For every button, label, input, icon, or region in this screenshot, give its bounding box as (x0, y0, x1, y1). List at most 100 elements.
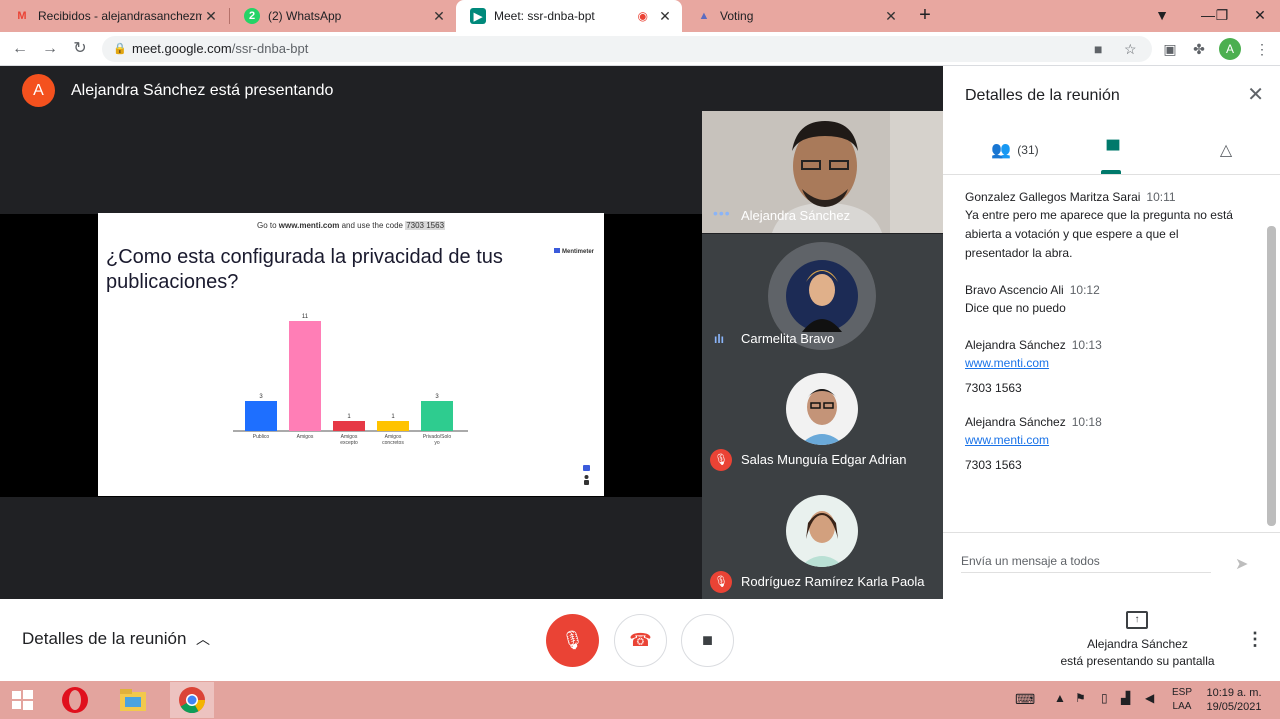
people-count: (31) (1017, 143, 1039, 157)
participant-name: Rodríguez Ramírez Karla Paola (741, 574, 925, 589)
mic-off-icon: 🎙 (710, 449, 732, 471)
new-tab-button[interactable]: + (913, 4, 937, 28)
message-code: 7303 1563 (965, 458, 1022, 472)
send-icon[interactable]: ➤ (1235, 554, 1248, 574)
slide-side-icons (583, 465, 590, 485)
tab-gmail[interactable]: M Recibidos - alejandrasanchezmar ✕ (0, 0, 228, 32)
puzzle-icon[interactable]: ✤ (1189, 39, 1209, 59)
lock-icon: 🔒 (113, 43, 127, 55)
leave-call-button[interactable]: ☎ (614, 614, 667, 667)
message-time: 10:12 (1069, 283, 1100, 297)
presenting-status[interactable]: Alejandra Sánchez está presentando su pa… (1040, 636, 1235, 670)
keyboard-icon[interactable]: ⌨ (1015, 691, 1035, 708)
show-hidden-icons[interactable]: ▲ (1054, 691, 1066, 705)
mic-off-icon: 🎙 (561, 630, 584, 650)
forward-icon[interactable]: → (39, 38, 61, 60)
voting-icon: ▲ (698, 10, 710, 22)
chat-input[interactable]: Envía un mensaje a todos (961, 554, 1211, 573)
participant-name: Salas Munguía Edgar Adrian (741, 452, 907, 467)
chart-value-label: 1 (391, 414, 395, 420)
camera-icon[interactable]: ■ (1094, 36, 1102, 62)
mentimeter-logo: Mentimeter (554, 248, 594, 255)
language-indicator[interactable]: ESP LAA (1168, 686, 1196, 714)
close-icon[interactable]: ✕ (202, 8, 220, 25)
message-link[interactable]: www.menti.com (965, 431, 1245, 450)
meet-stage: A Alejandra Sánchez está presentando Go … (0, 66, 943, 599)
file-explorer-icon[interactable] (111, 682, 155, 718)
tab-chat[interactable]: ▀ (1093, 138, 1133, 162)
chart-value-label: 11 (302, 314, 309, 320)
chart-value-label: 3 (435, 394, 439, 400)
mic-toggle-button[interactable]: 🎙 (546, 614, 599, 667)
menu-icon[interactable]: ⋮ (1252, 39, 1272, 59)
browser-tab-strip: M Recibidos - alejandrasanchezmar ✕ 2 (2… (0, 0, 1280, 32)
participant-avatar (786, 373, 858, 445)
windows-logo-icon (12, 690, 33, 710)
meeting-details-panel: Detalles de la reunión ✕ 👥 (31) ▀ △ Gonz… (943, 66, 1280, 599)
meet-icon: ▶ (470, 8, 486, 24)
present-screen-icon[interactable]: ↑ (1126, 611, 1148, 629)
chat-messages: Gonzalez Gallegos Maritza Sarai 10:11 Ya … (965, 190, 1245, 520)
tab-activities[interactable]: △ (1211, 138, 1241, 162)
more-options-icon[interactable]: ⋮ (1246, 629, 1264, 650)
tab-people[interactable]: 👥 (31) (975, 138, 1055, 162)
chart-category-label: excepto (340, 440, 358, 446)
start-button[interactable] (0, 682, 44, 718)
close-icon[interactable]: ✕ (882, 8, 900, 25)
chat-scrollbar[interactable] (1267, 226, 1276, 526)
presenter-text: Alejandra Sánchez está presentando (71, 81, 334, 99)
tab-voting[interactable]: ▲ Voting ✕ (682, 0, 908, 32)
tab-meet[interactable]: ▶ Meet: ssr-dnba-bpt ◉ ✕ (456, 0, 682, 32)
restore-icon[interactable]: ❐ (1202, 0, 1242, 32)
battery-icon[interactable]: ▯ (1101, 691, 1108, 705)
message-author: Bravo Ascencio Ali (965, 283, 1064, 297)
close-icon[interactable]: ✕ (430, 8, 448, 25)
message-author: Alejandra Sánchez (965, 338, 1066, 352)
chart-category-label: yo (434, 440, 440, 446)
back-icon[interactable]: ← (9, 38, 31, 60)
volume-icon[interactable]: ◀ (1145, 691, 1154, 705)
chevron-up-icon[interactable]: ︿ (196, 629, 210, 649)
presenter-banner: A Alejandra Sánchez está presentando (22, 74, 333, 107)
chart-value-label: 3 (259, 394, 263, 400)
profile-avatar[interactable]: A (1219, 38, 1241, 60)
people-icon: 👥 (991, 142, 1012, 159)
participant-name: Carmelita Bravo (741, 331, 835, 346)
opera-icon[interactable] (53, 682, 97, 718)
tab-title: Meet: ssr-dnba-bpt (494, 9, 595, 23)
tab-title: Recibidos - alejandrasanchezmar (38, 9, 202, 23)
camera-toggle-button[interactable]: ■ (681, 614, 734, 667)
flag-icon[interactable]: ⚑ (1075, 691, 1086, 705)
address-bar[interactable]: 🔒 meet.google.com/ssr-dnba-bpt ■ ☆ (102, 36, 1152, 62)
close-window-icon[interactable]: ✕ (1240, 0, 1280, 32)
meeting-controls: Detalles de la reunión ︿ 🎙 ☎ ■ ↑ Alejand… (0, 599, 1280, 681)
chart-category-label: Amigos (297, 434, 314, 440)
participant-tile[interactable]: ••• Alejandra Sánchez (702, 111, 943, 233)
phone-hangup-icon: ☎ (629, 630, 652, 650)
tab-whatsapp[interactable]: 2 (2) WhatsApp ✕ (230, 0, 456, 32)
chart-bar (245, 401, 277, 431)
star-icon[interactable]: ☆ (1124, 36, 1137, 62)
system-clock[interactable]: 10:19 a. m. 19/05/2021 (1200, 686, 1268, 714)
chart-bar (421, 401, 453, 431)
participant-tile[interactable]: ılı Carmelita Bravo (702, 234, 943, 356)
shapes-icon: △ (1219, 142, 1233, 159)
camera-icon: ■ (702, 630, 713, 650)
meeting-details-button[interactable]: Detalles de la reunión (22, 629, 186, 649)
message-time: 10:18 (1071, 415, 1102, 429)
network-icon[interactable]: ▟ (1121, 691, 1130, 705)
message-link[interactable]: www.menti.com (965, 354, 1245, 373)
close-icon[interactable]: ✕ (1247, 82, 1264, 107)
chart-bar (289, 321, 321, 431)
tab-title: Voting (720, 9, 754, 23)
participant-tile[interactable]: 🎙 Rodríguez Ramírez Karla Paola (702, 477, 943, 599)
participant-tile[interactable]: 🎙 Salas Munguía Edgar Adrian (702, 355, 943, 477)
mic-off-icon: 🎙 (710, 571, 732, 593)
message-code: 7303 1563 (965, 381, 1022, 395)
tab-search-icon[interactable]: ▼ (1142, 0, 1182, 32)
reload-icon[interactable]: ↻ (69, 38, 91, 60)
close-icon[interactable]: ✕ (656, 8, 674, 25)
slide-question: ¿Como esta configurada la privacidad de … (106, 246, 503, 293)
chrome-icon[interactable] (170, 682, 214, 718)
extension-f-icon[interactable]: ▣ (1160, 39, 1180, 59)
